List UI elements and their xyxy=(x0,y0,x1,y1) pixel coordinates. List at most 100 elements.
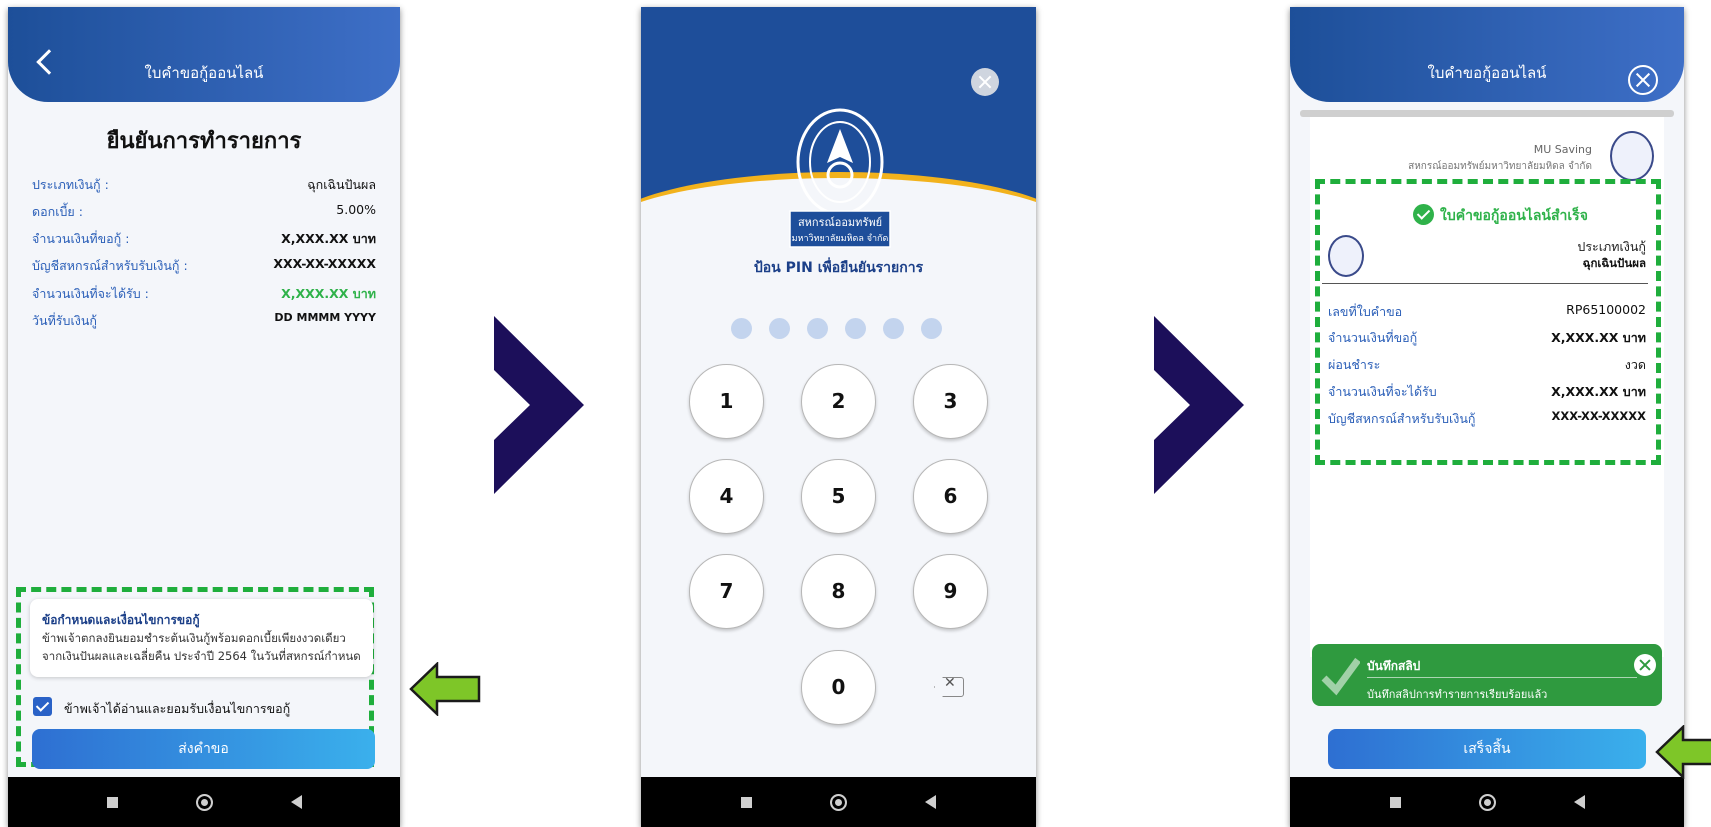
pointer-arrow-icon xyxy=(409,662,481,716)
pin-dot xyxy=(921,318,942,339)
loan-type-label-row: ประเภทเงินกู้ xyxy=(1490,237,1646,257)
detail-row: จำนวนเงินที่จะได้รับ : X,XXX.XX บาท xyxy=(32,284,376,304)
detail-row: บัญชีสหกรณ์สำหรับรับเงินกู้ : XXX-XX-XXX… xyxy=(32,256,376,276)
accept-checkbox[interactable] xyxy=(33,697,52,716)
detail-label: ประเภทเงินกู้ : xyxy=(32,177,109,192)
chevron-right-icon xyxy=(1154,316,1244,494)
app-header: ใบคำขอกู้ออนไลน์ xyxy=(1290,7,1684,102)
cooperative-logo: สหกรณ์ออมทรัพย์ มหาวิทยาลัยมหิดล จำกัด xyxy=(789,108,891,248)
keypad-key-3[interactable]: 3 xyxy=(913,364,988,439)
slip-value: RP65100002 xyxy=(1566,302,1646,317)
recent-apps-icon[interactable] xyxy=(1389,796,1401,808)
checkmark-icon xyxy=(1321,657,1360,696)
slip-top-bar xyxy=(1300,110,1674,117)
backspace-x-icon: ✕ xyxy=(944,675,956,691)
finish-button[interactable]: เสร็จสิ้น xyxy=(1328,729,1646,769)
system-nav-bar xyxy=(8,777,400,827)
pin-indicator xyxy=(731,318,942,339)
slip-brand: MU Saving xyxy=(1533,143,1592,156)
detail-row: จำนวนเงินที่ขอกู้ : X,XXX.XX บาท xyxy=(32,229,376,249)
detail-value: XXX-XX-XXXXX xyxy=(273,256,376,271)
slip-value: X,XXX.XX บาท xyxy=(1551,384,1646,399)
loan-confirm-screen: ใบคำขอกู้ออนไลน์ ยืนยันการทำรายการ ประเภ… xyxy=(8,7,400,827)
detail-row: วันที่รับเงินกู้ DD MMMM YYYY xyxy=(32,311,376,331)
slip-value: X,XXX.XX บาท xyxy=(1551,330,1646,345)
loan-type-value: ฉุกเฉินปันผล xyxy=(1582,256,1646,270)
back-icon[interactable] xyxy=(290,795,302,809)
detail-label: ดอกเบี้ย : xyxy=(32,204,83,219)
pin-dot xyxy=(807,318,828,339)
detail-label: จำนวนเงินที่จะได้รับ : xyxy=(32,286,149,301)
slip-value: งวด xyxy=(1624,357,1646,372)
logo-text: มหาวิทยาลัยมหิดล จำกัด xyxy=(792,233,889,244)
detail-value: DD MMMM YYYY xyxy=(274,311,376,324)
slip-brand-sub: สหกรณ์ออมทรัพย์มหาวิทยาลัยมหิดล จำกัด xyxy=(1408,161,1592,172)
logo-text: สหกรณ์ออมทรัพย์ xyxy=(798,216,882,229)
home-icon[interactable] xyxy=(830,793,847,811)
success-message: ใบคำขอกู้ออนไลน์สำเร็จ xyxy=(1440,208,1588,224)
header-title: ใบคำขอกู้ออนไลน์ xyxy=(144,64,264,82)
slip-label: จำนวนเงินที่จะได้รับ xyxy=(1328,384,1437,399)
keypad-key-5[interactable]: 5 xyxy=(801,459,876,534)
home-icon[interactable] xyxy=(1478,793,1496,811)
terms-line: จากเงินปันผลและเฉลี่ยคืน ประจำปี 2564 ใน… xyxy=(42,649,361,663)
app-header: ใบคำขอกู้ออนไลน์ xyxy=(8,7,400,102)
slip-row: ผ่อนชำระ งวด xyxy=(1328,355,1646,375)
pin-caption: ป้อน PIN เพื่อยืนยันรายการ xyxy=(753,260,924,276)
pin-dot xyxy=(769,318,790,339)
back-icon[interactable] xyxy=(1573,795,1585,809)
keypad-key-0[interactable]: 0 xyxy=(801,650,876,725)
back-icon[interactable] xyxy=(925,795,936,809)
toast-divider xyxy=(1367,677,1637,678)
loan-success-screen: ใบคำขอกู้ออนไลน์ MU Saving สหกรณ์ออมทรัพ… xyxy=(1290,7,1684,827)
page-title: ยืนยันการทำรายการ xyxy=(106,129,302,154)
detail-label: จำนวนเงินที่ขอกู้ : xyxy=(32,231,130,246)
detail-row: ดอกเบี้ย : 5.00% xyxy=(32,202,376,222)
home-icon[interactable] xyxy=(195,793,213,811)
toast-close-icon[interactable] xyxy=(1634,654,1656,676)
detail-label: วันที่รับเงินกู้ xyxy=(32,313,97,328)
recent-apps-icon[interactable] xyxy=(106,796,118,808)
keypad-key-2[interactable]: 2 xyxy=(801,364,876,439)
loan-type-label: ประเภทเงินกู้ xyxy=(1577,239,1646,254)
divider xyxy=(1322,283,1648,284)
pin-dot xyxy=(731,318,752,339)
slip-row: จำนวนเงินที่จะได้รับ X,XXX.XX บาท xyxy=(1328,382,1646,402)
terms-line: ข้าพเจ้าตกลงยินยอมชำระต้นเงินกู้พร้อมดอก… xyxy=(42,631,346,645)
system-nav-bar xyxy=(1290,777,1684,827)
keypad-key-8[interactable]: 8 xyxy=(801,554,876,629)
cooperative-emblem-icon xyxy=(1610,131,1654,181)
save-slip-toast: บันทึกสลิป บันทึกสลิปการทำรายการเรียบร้อ… xyxy=(1312,644,1662,706)
success-check-icon xyxy=(1413,204,1434,225)
detail-value: 5.00% xyxy=(336,202,376,217)
keypad-key-9[interactable]: 9 xyxy=(913,554,988,629)
slip-row: บัญชีสหกรณ์สำหรับรับเงินกู้ XXX-XX-XXXXX xyxy=(1328,409,1646,429)
terms-title: ข้อกำหนดและเงื่อนไขการขอกู้ xyxy=(42,613,200,627)
detail-row: ประเภทเงินกู้ : ฉุกเฉินปันผล xyxy=(32,175,376,195)
slip-value: XXX-XX-XXXXX xyxy=(1551,409,1646,423)
close-icon[interactable] xyxy=(1628,65,1658,95)
pin-dot xyxy=(883,318,904,339)
slip-row: จำนวนเงินที่ขอกู้ X,XXX.XX บาท xyxy=(1328,328,1646,348)
close-icon[interactable] xyxy=(971,68,999,96)
header-title: ใบคำขอกู้ออนไลน์ xyxy=(1427,64,1547,82)
slip-row: เลขที่ใบคำขอ RP65100002 xyxy=(1328,302,1646,322)
slip-label: ผ่อนชำระ xyxy=(1328,357,1381,372)
slip-label: บัญชีสหกรณ์สำหรับรับเงินกู้ xyxy=(1328,411,1476,426)
detail-value: X,XXX.XX บาท xyxy=(281,231,376,246)
terms-body: ข้าพเจ้าตกลงยินยอมชำระต้นเงินกู้พร้อมดอก… xyxy=(42,629,363,665)
keypad-key-6[interactable]: 6 xyxy=(913,459,988,534)
chevron-right-icon xyxy=(494,316,584,494)
slip-label: จำนวนเงินที่ขอกู้ xyxy=(1328,330,1418,345)
keypad-key-7[interactable]: 7 xyxy=(689,554,764,629)
detail-label: บัญชีสหกรณ์สำหรับรับเงินกู้ : xyxy=(32,258,188,273)
keypad-key-4[interactable]: 4 xyxy=(689,459,764,534)
keypad-key-1[interactable]: 1 xyxy=(689,364,764,439)
loan-type-value-row: ฉุกเฉินปันผล xyxy=(1490,255,1646,273)
pointer-arrow-icon xyxy=(1655,725,1711,779)
system-nav-bar xyxy=(641,777,1036,827)
checkbox-label: ข้าพเจ้าได้อ่านและยอมรับเงื่อนไขการขอกู้ xyxy=(64,701,291,716)
pin-entry-screen: สหกรณ์ออมทรัพย์ มหาวิทยาลัยมหิดล จำกัด ป… xyxy=(641,7,1036,827)
submit-button[interactable]: ส่งคำขอ xyxy=(32,729,375,769)
recent-apps-icon[interactable] xyxy=(741,796,752,808)
